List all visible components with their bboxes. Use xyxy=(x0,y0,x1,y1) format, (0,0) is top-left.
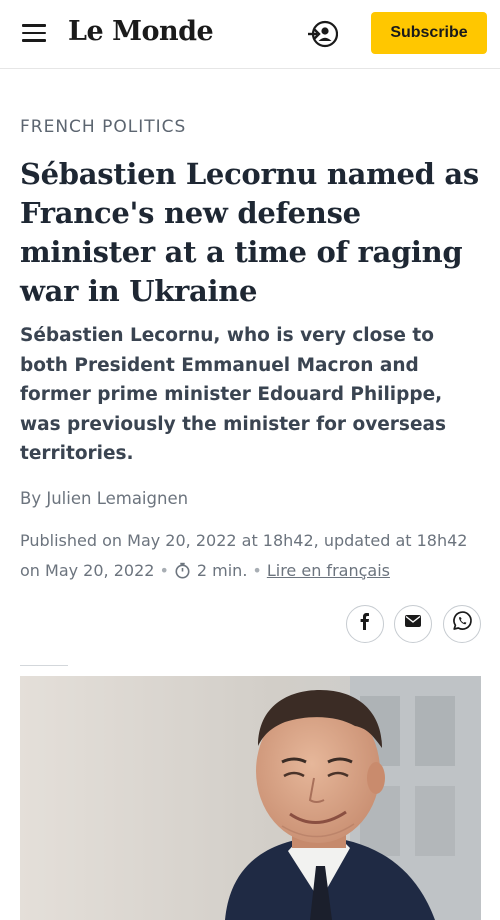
byline: By Julien Lemaignen xyxy=(20,489,480,508)
article: FRENCH POLITICS Sébastien Lecornu named … xyxy=(0,117,500,666)
site-logo[interactable]: Le Monde xyxy=(68,16,214,47)
separator-dot: • xyxy=(252,560,262,580)
clock-icon xyxy=(174,559,191,589)
reading-time: 2 min. xyxy=(196,560,248,580)
menu-icon[interactable] xyxy=(22,24,46,42)
whatsapp-share-button[interactable] xyxy=(443,604,481,643)
french-version-link[interactable]: Lire en français xyxy=(267,561,390,580)
account-icon[interactable] xyxy=(308,19,339,49)
top-bar: Le Monde Subscribe xyxy=(0,0,500,69)
byline-prefix: By xyxy=(20,488,42,508)
article-kicker[interactable]: FRENCH POLITICS xyxy=(20,117,480,137)
separator-dot: • xyxy=(159,560,169,580)
subscribe-button[interactable]: Subscribe xyxy=(371,12,487,54)
whatsapp-icon xyxy=(451,610,473,637)
divider xyxy=(20,664,68,666)
email-share-button[interactable] xyxy=(394,604,432,643)
facebook-share-button[interactable] xyxy=(346,604,384,643)
share-buttons xyxy=(20,589,481,653)
article-standfirst: Sébastien Lecornu, who is very close to … xyxy=(20,325,446,464)
article-meta: Published on May 20, 2022 at 18h42, upda… xyxy=(20,526,480,589)
facebook-icon xyxy=(357,612,373,635)
email-icon xyxy=(404,614,422,633)
hero-image xyxy=(20,676,481,920)
article-headline: Sébastien Lecornu named as France's new … xyxy=(20,157,479,308)
author-link[interactable]: Julien Lemaignen xyxy=(46,489,188,508)
